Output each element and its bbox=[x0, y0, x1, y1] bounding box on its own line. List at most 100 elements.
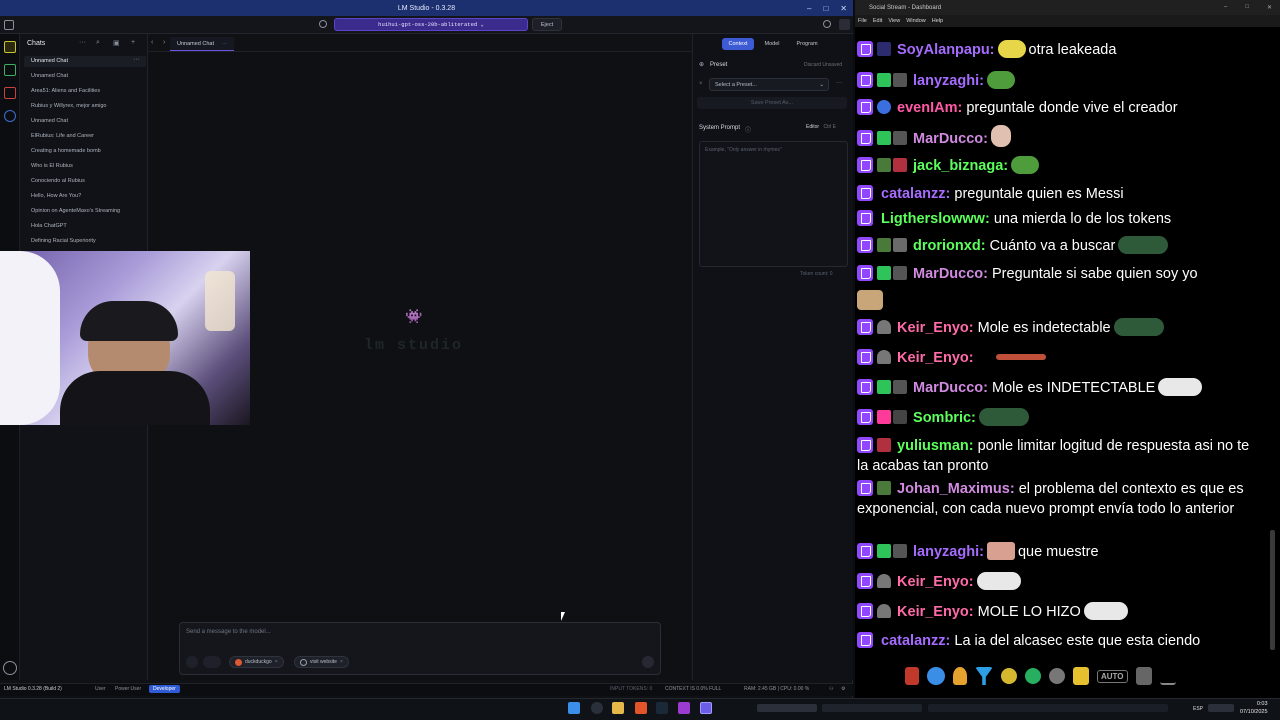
message-input[interactable]: Send a message to the model... bbox=[186, 629, 606, 635]
app-icon[interactable] bbox=[678, 702, 690, 714]
chat-username[interactable]: Keir_Enyo: bbox=[897, 350, 974, 366]
editor-button[interactable]: Editor Ctrl E bbox=[806, 124, 836, 130]
tray-icons[interactable] bbox=[822, 704, 922, 712]
close-icon[interactable]: ✕ bbox=[840, 4, 847, 13]
chat-username[interactable]: SoyAlanpapu: bbox=[897, 42, 994, 58]
mode-power-user[interactable]: Power User bbox=[115, 686, 141, 692]
network-volume-icons[interactable] bbox=[1208, 704, 1234, 712]
eject-button[interactable]: Eject bbox=[532, 18, 562, 31]
star-icon[interactable] bbox=[1049, 668, 1065, 684]
filter-icon[interactable] bbox=[975, 667, 993, 685]
brave-icon[interactable] bbox=[635, 702, 647, 714]
folder-icon[interactable] bbox=[4, 87, 16, 99]
settings-icon[interactable] bbox=[319, 20, 327, 28]
search-icon[interactable] bbox=[4, 110, 16, 122]
gear-icon[interactable] bbox=[823, 20, 831, 28]
plugin-icon[interactable] bbox=[203, 656, 221, 668]
close-icon[interactable]: ✕ bbox=[1267, 4, 1272, 11]
send-button[interactable] bbox=[642, 656, 654, 668]
mode-user[interactable]: User bbox=[95, 686, 106, 692]
tool-chip-visit-website[interactable]: visit website × bbox=[294, 656, 349, 668]
mode-developer[interactable]: Developer bbox=[149, 685, 180, 693]
tab-model[interactable]: Model bbox=[758, 38, 786, 50]
steam-icon[interactable] bbox=[656, 702, 668, 714]
sidebar-chat-item[interactable]: Unnamed Chat bbox=[31, 73, 68, 79]
file-explorer-icon[interactable] bbox=[612, 702, 624, 714]
bell-icon[interactable] bbox=[953, 667, 967, 685]
remove-chip-icon[interactable]: × bbox=[340, 659, 343, 665]
lm-studio-taskbar-icon[interactable] bbox=[700, 702, 712, 714]
chat-icon[interactable] bbox=[4, 41, 16, 53]
refresh-icon[interactable] bbox=[1025, 668, 1041, 684]
developer-icon[interactable] bbox=[839, 19, 850, 30]
sidebar-chat-item[interactable]: Unnamed Chat bbox=[31, 118, 68, 124]
chat-username[interactable]: Ligtherslowww: bbox=[881, 211, 990, 227]
remove-chip-icon[interactable]: × bbox=[275, 659, 278, 665]
sidebar-chat-item[interactable]: Hello, How Are You? bbox=[31, 193, 81, 199]
preset-select[interactable]: Select a Preset... ⌄ bbox=[709, 78, 829, 91]
chat-username[interactable]: Sombric: bbox=[913, 410, 976, 426]
taskbar-search-icon[interactable] bbox=[591, 702, 603, 714]
preset-more-icon[interactable]: ··· bbox=[836, 80, 842, 86]
chat-username[interactable]: Keir_Enyo: bbox=[897, 604, 974, 620]
chat-username[interactable]: Johan_Maximus: bbox=[897, 481, 1015, 497]
chat-username[interactable]: drorionxd: bbox=[913, 238, 986, 254]
user-icon[interactable]: ⚇ bbox=[829, 686, 833, 692]
windows-start-icon[interactable] bbox=[568, 702, 580, 714]
attach-icon[interactable] bbox=[186, 656, 198, 668]
chat-scrollbar[interactable] bbox=[1270, 530, 1275, 650]
chat-username[interactable]: catalanzz: bbox=[881, 186, 950, 202]
tray-icons[interactable] bbox=[928, 704, 1168, 712]
system-prompt-textarea[interactable] bbox=[699, 141, 848, 267]
menu-help[interactable]: Help bbox=[932, 18, 943, 24]
clear-preset-icon[interactable]: × bbox=[699, 81, 703, 87]
tab-options-icon[interactable]: ··· bbox=[222, 41, 228, 47]
collapse-icon[interactable] bbox=[1159, 667, 1176, 685]
sidebar-chat-item[interactable]: Unnamed Chat bbox=[31, 58, 68, 64]
maximize-icon[interactable]: □ bbox=[1245, 4, 1249, 11]
chat-bubble-icon[interactable] bbox=[927, 667, 945, 685]
sidebar-chat-item[interactable]: Defining Racial Superiority bbox=[31, 238, 96, 244]
menu-view[interactable]: View bbox=[888, 18, 900, 24]
sidebar-chat-item[interactable]: Creating a homemade bomb bbox=[31, 148, 101, 154]
chat-username[interactable]: MarDucco: bbox=[913, 131, 988, 147]
sidebar-chat-item[interactable]: Area51: Aliens and Facilities bbox=[31, 88, 100, 94]
help-icon[interactable]: ⓘ bbox=[745, 125, 751, 134]
broom-icon[interactable] bbox=[1073, 667, 1089, 685]
menu-window[interactable]: Window bbox=[906, 18, 926, 24]
discard-unsaved-button[interactable]: Discard Unsaved bbox=[804, 62, 842, 68]
sidebar-chat-item[interactable]: Conociendo al Rubius bbox=[31, 178, 85, 184]
chat-username[interactable]: MarDucco: bbox=[913, 380, 988, 396]
input-language[interactable]: ESP bbox=[1193, 706, 1203, 712]
sidebar-chat-item[interactable]: Rubius y Willyrex, mejor amigo bbox=[31, 103, 107, 109]
tab-context[interactable]: Context bbox=[722, 38, 754, 50]
menu-file[interactable]: File bbox=[858, 18, 867, 24]
pause-icon[interactable] bbox=[905, 667, 919, 685]
download-icon[interactable] bbox=[3, 661, 17, 675]
sidebar-chat-item[interactable]: ElRubius: Life and Career bbox=[31, 133, 94, 139]
sidebar-chat-item[interactable]: Opinion on AgenteMaxo's Streaming bbox=[31, 208, 120, 214]
chat-username[interactable]: jack_biznaga: bbox=[913, 158, 1008, 174]
minimize-icon[interactable]: – bbox=[807, 4, 811, 13]
search-chats-icon[interactable]: ⌕ bbox=[96, 39, 100, 47]
chat-username[interactable]: MarDucco: bbox=[913, 266, 988, 282]
menu-edit[interactable]: Edit bbox=[873, 18, 882, 24]
new-folder-icon[interactable]: ▣ bbox=[113, 39, 120, 47]
chat-username[interactable]: lanyzaghi: bbox=[913, 73, 984, 89]
chat-username[interactable]: catalanzz: bbox=[881, 633, 950, 649]
developer-tab-icon[interactable] bbox=[4, 64, 16, 76]
tool-chip-duckduckgo[interactable]: duckduckgo × bbox=[229, 656, 284, 668]
chat-username[interactable]: yuliusman: bbox=[897, 438, 974, 454]
maximize-icon[interactable]: □ bbox=[823, 4, 828, 13]
sidebar-chat-item[interactable]: Hola ChatGPT bbox=[31, 223, 67, 229]
more-icon[interactable]: ··· bbox=[79, 39, 86, 46]
tab-unnamed-chat[interactable]: Unnamed Chat ··· bbox=[170, 37, 234, 51]
mute-icon[interactable] bbox=[1135, 667, 1152, 685]
sidebar-toggle-icon[interactable] bbox=[4, 20, 14, 30]
save-preset-button[interactable]: Save Preset As... bbox=[697, 97, 847, 109]
chat-username[interactable]: Keir_Enyo: bbox=[897, 574, 974, 590]
tab-program[interactable]: Program bbox=[790, 38, 824, 50]
chat-username[interactable]: evenIAm: bbox=[897, 100, 962, 116]
system-clock[interactable]: 0:03 07/10/2025 bbox=[1240, 700, 1268, 716]
model-selector[interactable]: huihui-gpt-oss-20b-abliterated ⌄ bbox=[334, 18, 528, 31]
